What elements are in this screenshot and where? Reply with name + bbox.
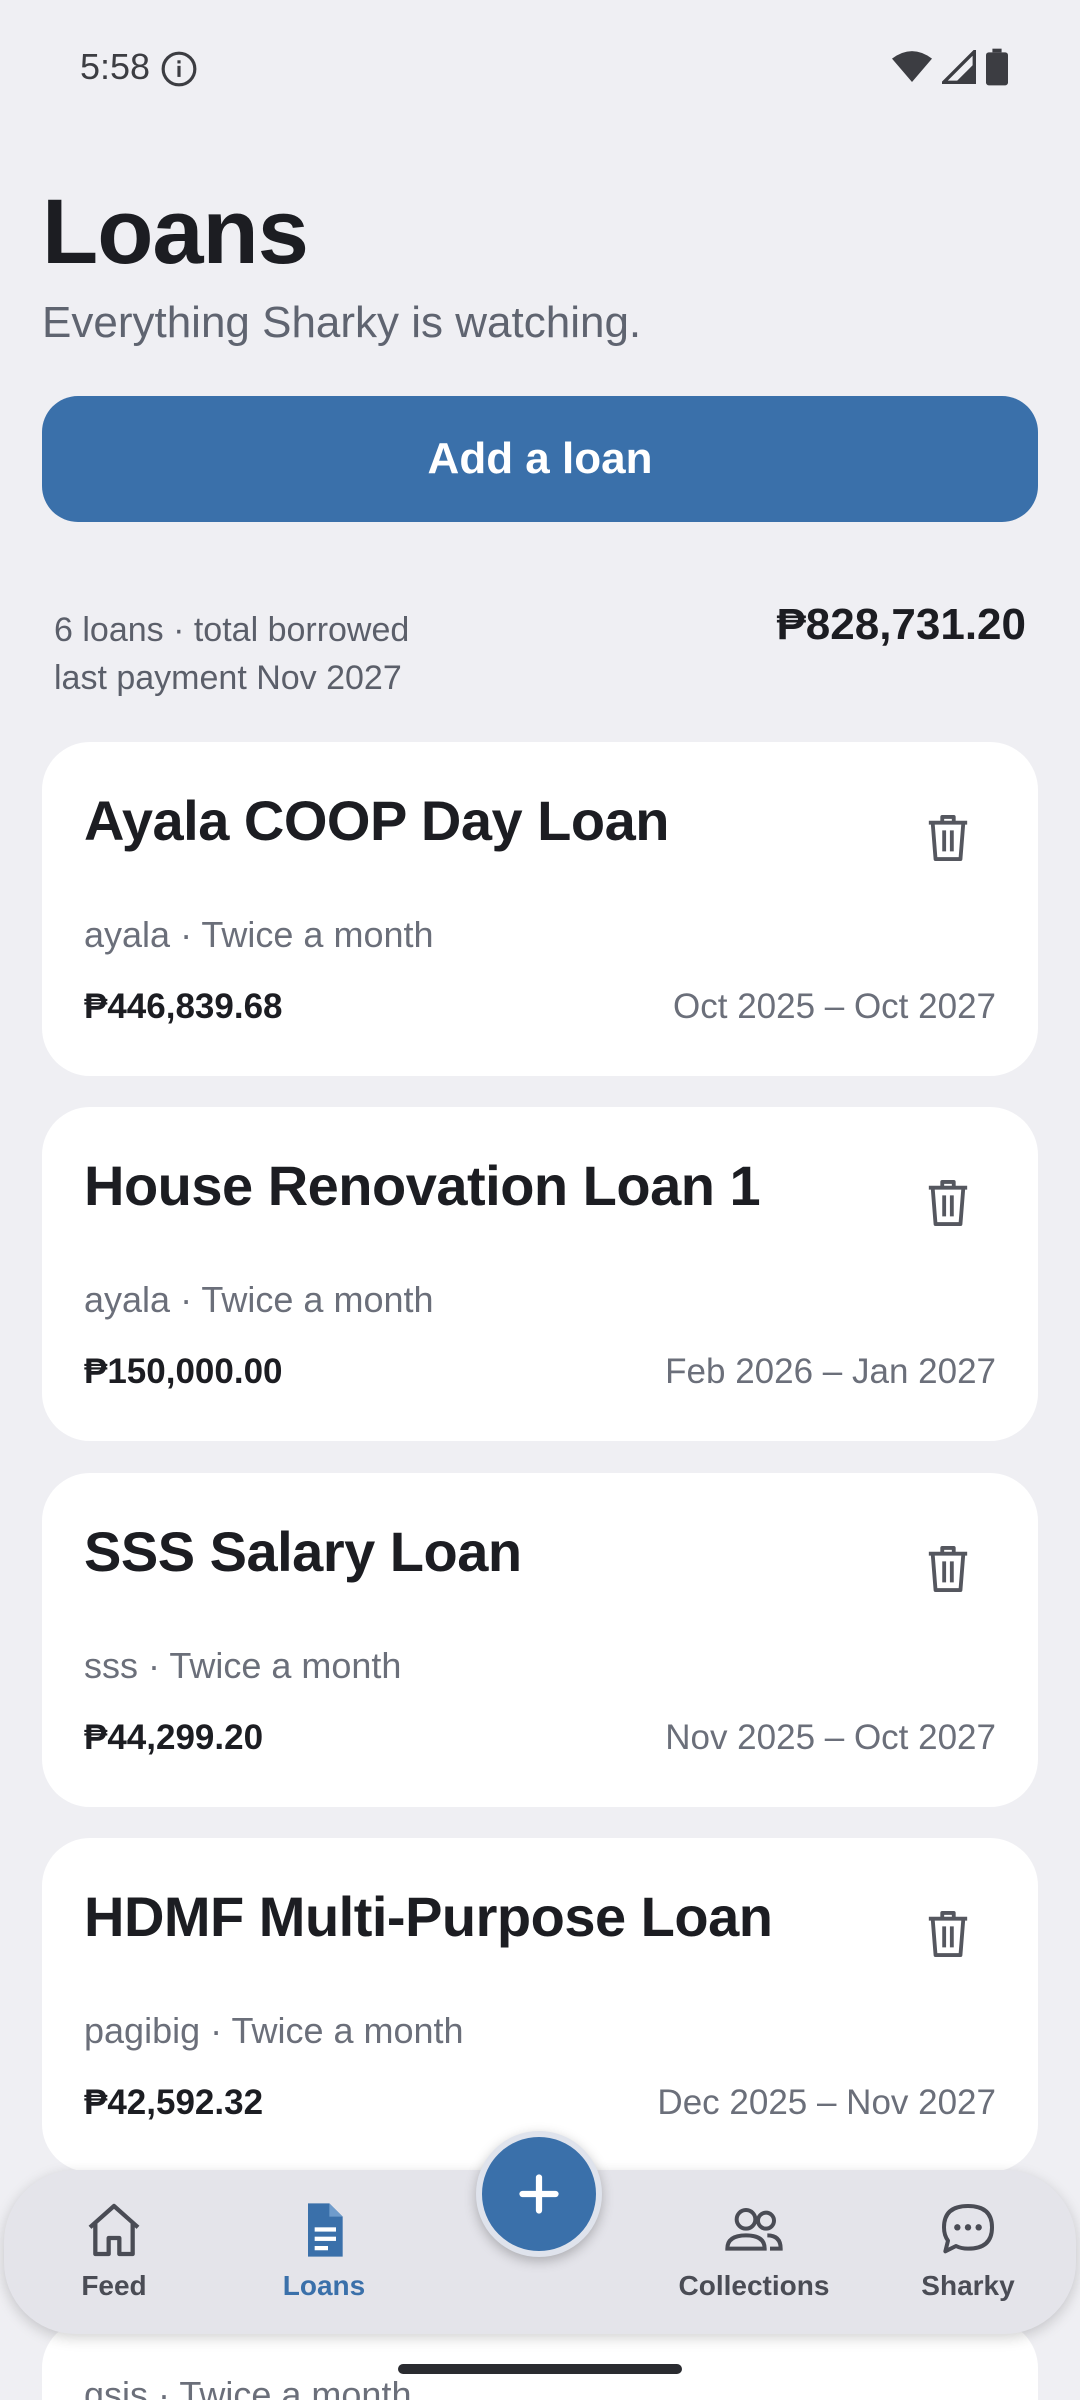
- info-icon: [161, 51, 197, 87]
- trash-icon: [928, 1545, 968, 1592]
- people-icon: [725, 2208, 783, 2251]
- summary-total: ₱828,731.20: [776, 600, 1026, 649]
- loan-name: Ayala COOP Day Loan: [84, 789, 669, 852]
- loan-amount: ₱150,000.00: [84, 1352, 283, 1391]
- home-indicator[interactable]: [398, 2364, 682, 2374]
- loan-card[interactable]: Ayala COOP Day Loan ayala · Twice a mont…: [42, 742, 1038, 1076]
- status-time: 5:58: [80, 46, 151, 87]
- status-bar: 5:58: [0, 0, 1080, 136]
- loan-amount: ₱44,299.20: [84, 1718, 264, 1757]
- chat-bubble-icon: [942, 2204, 994, 2254]
- loan-meta: ayala · Twice a month: [84, 1279, 434, 1320]
- delete-loan-button[interactable]: [918, 808, 978, 868]
- summary-count: 6 loans · total borrowed: [54, 611, 410, 649]
- loan-dates: Oct 2025 – Oct 2027: [673, 987, 996, 1026]
- delete-loan-button[interactable]: [918, 1539, 978, 1599]
- signal-icon: [942, 50, 976, 84]
- loan-name: HDMF Multi-Purpose Loan: [84, 1885, 773, 1948]
- nav-label-loans: Loans: [282, 2270, 366, 2301]
- trash-icon: [928, 815, 968, 861]
- loan-meta: ayala · Twice a month: [84, 914, 434, 955]
- nav-item-feed[interactable]: Feed: [14, 2198, 214, 2318]
- status-icons: [892, 48, 1008, 86]
- loan-amount: ₱446,839.68: [84, 987, 283, 1026]
- trash-icon: [928, 1910, 968, 1957]
- delete-loan-button[interactable]: [918, 1904, 978, 1964]
- plus-icon: [519, 2174, 559, 2214]
- page-title: Loans: [42, 181, 309, 283]
- loan-card[interactable]: SSS Salary Loan sss · Twice a month ₱44,…: [42, 1473, 1038, 1807]
- loan-dates: Nov 2025 – Oct 2027: [665, 1718, 996, 1757]
- add-fab-button[interactable]: [476, 2131, 602, 2257]
- nav-label-feed: Feed: [81, 2270, 147, 2301]
- loan-name: House Renovation Loan 1: [84, 1154, 761, 1217]
- battery-icon: [986, 48, 1008, 86]
- wifi-icon: [892, 51, 932, 82]
- loans-summary: 6 loans · total borrowed last payment No…: [54, 606, 409, 702]
- page-subtitle: Everything Sharky is watching.: [42, 298, 642, 347]
- loan-meta: sss · Twice a month: [84, 1645, 402, 1686]
- delete-loan-button[interactable]: [918, 1173, 978, 1233]
- summary-last-payment: last payment Nov 2027: [54, 659, 402, 697]
- loan-amount: ₱42,592.32: [84, 2083, 264, 2122]
- add-loan-button[interactable]: Add a loan: [42, 396, 1038, 522]
- trash-icon: [928, 1179, 968, 1226]
- nav-label-sharky: Sharky: [921, 2270, 1015, 2301]
- nav-item-collections[interactable]: Collections: [654, 2198, 854, 2318]
- loan-card[interactable]: HDMF Multi-Purpose Loan pagibig · Twice …: [42, 1838, 1038, 2172]
- loan-card[interactable]: House Renovation Loan 1 ayala · Twice a …: [42, 1107, 1038, 1441]
- loan-meta: gsis · Twice a month: [84, 2374, 412, 2400]
- loan-dates: Feb 2026 – Jan 2027: [665, 1352, 996, 1391]
- nav-item-sharky[interactable]: Sharky: [868, 2198, 1068, 2318]
- nav-item-loans[interactable]: Loans: [224, 2198, 424, 2318]
- home-icon: [88, 2203, 140, 2257]
- document-icon: [308, 2203, 343, 2257]
- loan-name: SSS Salary Loan: [84, 1520, 522, 1583]
- loan-dates: Dec 2025 – Nov 2027: [657, 2083, 996, 2122]
- nav-label-collections: Collections: [678, 2270, 830, 2301]
- loan-meta: pagibig · Twice a month: [84, 2010, 464, 2051]
